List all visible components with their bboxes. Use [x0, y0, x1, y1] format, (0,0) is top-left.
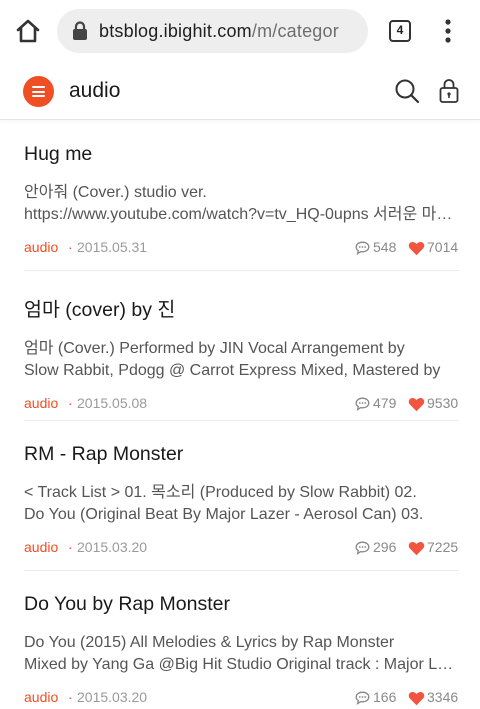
menu-bar-icon [32, 86, 45, 88]
heart-icon[interactable] [408, 241, 425, 256]
post-date: 2015.03.20 [77, 539, 148, 555]
post-item[interactable]: RM - Rap Monster < Track List > 01. 목소리 … [24, 443, 459, 559]
menu-bar-icon [32, 90, 45, 93]
search-icon[interactable] [394, 78, 420, 104]
post-title[interactable]: 엄마 (cover) by 진 [24, 293, 459, 322]
post-excerpt: 엄마 (Cover.) Performed by JIN Vocal Arran… [24, 338, 459, 382]
post-title[interactable]: RM - Rap Monster [24, 443, 459, 466]
post-category-link[interactable]: audio [24, 539, 58, 555]
address-bar[interactable]: btsblog.ibighit.com/m/categor [57, 9, 368, 53]
page-title: audio [69, 79, 121, 102]
url-path: /m/categor [251, 20, 339, 41]
post-excerpt: < Track List > 01. 목소리 (Produced by Slow… [24, 482, 459, 526]
post-divider [24, 270, 459, 271]
like-count: 9530 [427, 395, 459, 411]
post-item[interactable]: Do You by Rap Monster Do You (2015) All … [24, 593, 459, 709]
post-meta: audio · 2015.03.20 166 3346 [24, 689, 459, 709]
post-divider [24, 420, 459, 421]
post-title[interactable]: Do You by Rap Monster [24, 593, 459, 616]
menu-button[interactable] [23, 76, 54, 107]
post-excerpt: Do You (2015) All Melodies & Lyrics by R… [24, 632, 459, 676]
more-options-icon[interactable] [438, 18, 458, 44]
comment-count: 548 [373, 239, 397, 255]
excerpt-line: 엄마 (Cover.) Performed by JIN Vocal Arran… [24, 340, 405, 357]
url-host: btsblog.ibighit.com [99, 20, 252, 41]
post-meta: audio · 2015.05.31 548 7014 [24, 239, 459, 259]
excerpt-line: https://www.youtube.com/watch?v=tv_HQ-0u… [24, 206, 459, 223]
post-category-link[interactable]: audio [24, 239, 58, 255]
comment-icon [355, 541, 370, 555]
meta-separator: · [68, 539, 73, 555]
excerpt-line: Mixed by Yang Ga @Big Hit Studio Origina… [24, 656, 459, 673]
meta-separator: · [68, 689, 73, 705]
meta-separator: · [68, 395, 73, 411]
post-date: 2015.05.08 [77, 395, 148, 411]
post-category-link[interactable]: audio [24, 689, 58, 705]
post-divider [24, 570, 459, 571]
comment-icon [355, 691, 370, 705]
heart-icon[interactable] [408, 691, 425, 706]
post-item[interactable]: 엄마 (cover) by 진 엄마 (Cover.) Performed by… [24, 293, 459, 415]
heart-icon[interactable] [408, 541, 425, 556]
secure-lock-icon [73, 21, 87, 40]
excerpt-line: 안아줘 (Cover.) studio ver. [24, 184, 207, 201]
url-text: btsblog.ibighit.com/m/categor [99, 21, 339, 42]
comment-icon [355, 241, 370, 255]
post-category-link[interactable]: audio [24, 395, 58, 411]
excerpt-line: Do You (2015) All Melodies & Lyrics by R… [24, 634, 395, 651]
meta-separator: · [68, 239, 73, 255]
like-count: 7014 [427, 239, 459, 255]
post-meta: audio · 2015.05.08 479 9530 [24, 395, 459, 415]
site-header: audio [0, 62, 480, 120]
post-item[interactable]: Hug me 안아줘 (Cover.) studio ver. https://… [24, 143, 459, 259]
heart-icon[interactable] [408, 397, 425, 412]
tab-switcher-button[interactable]: 4 [389, 20, 411, 42]
post-meta: audio · 2015.03.20 296 7225 [24, 539, 459, 559]
comment-count: 166 [373, 689, 397, 705]
excerpt-line: Slow Rabbit, Pdogg @ Carrot Express Mixe… [24, 362, 441, 379]
like-count: 3346 [427, 689, 459, 705]
excerpt-line: Do You (Original Beat By Major Lazer - A… [24, 506, 424, 523]
home-icon[interactable] [14, 17, 42, 45]
comment-count: 296 [373, 539, 397, 555]
comment-count: 479 [373, 395, 397, 411]
post-title[interactable]: Hug me [24, 143, 459, 166]
post-excerpt: 안아줘 (Cover.) studio ver. https://www.you… [24, 182, 459, 226]
excerpt-line: < Track List > 01. 목소리 (Produced by Slow… [24, 484, 417, 501]
login-lock-icon[interactable] [438, 78, 460, 104]
post-date: 2015.05.31 [77, 239, 148, 255]
browser-toolbar: btsblog.ibighit.com/m/categor 4 [0, 0, 480, 62]
comment-icon [355, 397, 370, 411]
menu-bar-icon [32, 95, 45, 97]
post-date: 2015.03.20 [77, 689, 148, 705]
like-count: 7225 [427, 539, 459, 555]
